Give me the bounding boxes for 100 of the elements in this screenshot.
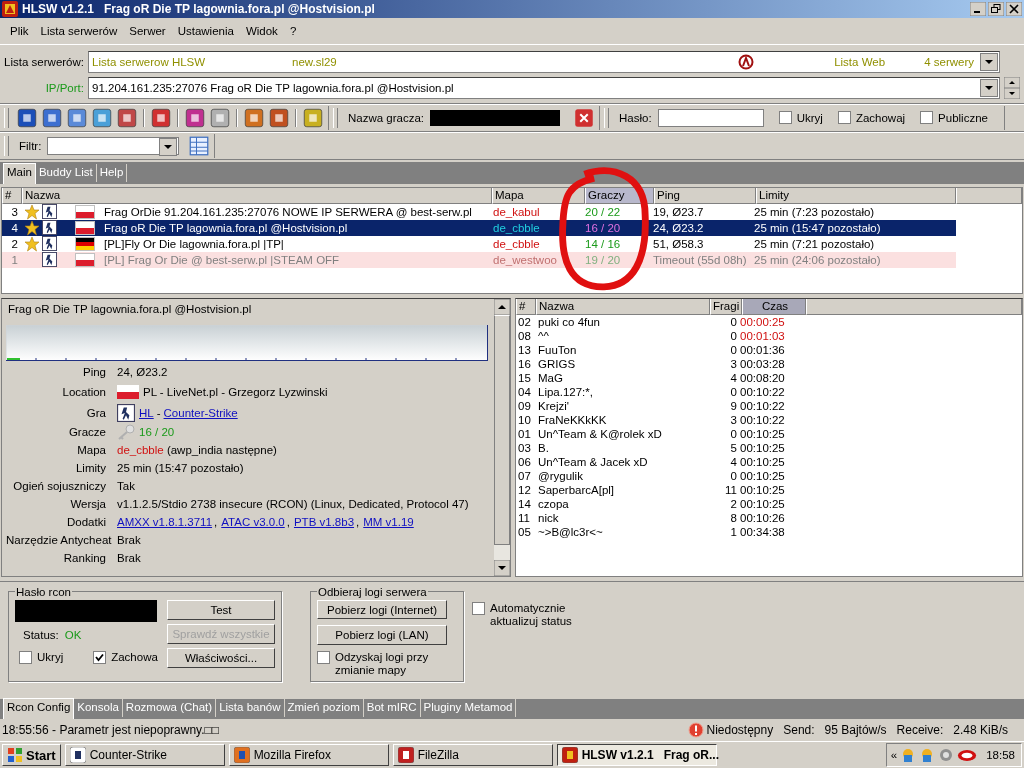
table-cell-text: 2 xyxy=(10,236,19,252)
player-name: Un^Team & Jacek xD xyxy=(537,455,649,469)
column-header[interactable]: Nazwa xyxy=(536,299,710,315)
ping-value: 19, Ø23.7 xyxy=(652,204,705,220)
minimize-icon[interactable] xyxy=(970,1,986,16)
table-cell-text: 00:34:38 xyxy=(740,525,786,539)
checkbox[interactable] xyxy=(19,650,32,664)
logs-button[interactable]: Pobierz logi (LAN) xyxy=(317,625,447,645)
server-list-dropdown[interactable]: Lista serwerow HLSW new.sl29 Lista Web 4 serwery xyxy=(88,50,1000,73)
column-header[interactable]: Mapa xyxy=(492,187,585,204)
table-cell-text: 00:10:25 xyxy=(740,483,786,497)
checkbox[interactable] xyxy=(920,111,934,125)
tab[interactable]: Bot mIRC xyxy=(363,699,421,718)
tray-expand[interactable]: « xyxy=(890,749,898,762)
tab[interactable]: Buddy List xyxy=(35,163,97,182)
clock: 18:58 xyxy=(986,749,1015,762)
column-header[interactable]: Czas xyxy=(742,299,806,315)
dropdown-arrow-icon[interactable] xyxy=(985,85,993,90)
map-name: de_westwoo xyxy=(492,252,558,268)
checkbox[interactable] xyxy=(317,650,330,664)
server-name: [PL] Frag Or Die @ best-serw.pl |STEAM OFF xyxy=(104,252,340,268)
scrollbar[interactable] xyxy=(494,299,510,576)
addon-link[interactable]: PTB v1.8b3 xyxy=(293,516,355,528)
speaker-icon[interactable] xyxy=(938,747,955,764)
menu-item[interactable]: Widok xyxy=(239,24,284,37)
logs-button[interactable]: Pobierz logi (Internet) xyxy=(317,599,447,620)
column-header[interactable]: # xyxy=(516,299,536,315)
restore-icon[interactable] xyxy=(988,1,1004,16)
column-header[interactable]: Limity xyxy=(756,187,956,204)
checkbox[interactable] xyxy=(472,601,485,615)
field-label: Wersja xyxy=(69,498,107,510)
addon-link[interactable]: AMXX v1.8.1.3711 xyxy=(117,516,213,528)
scroll-down-icon[interactable] xyxy=(494,559,510,576)
server-row[interactable]: 4 Frag oR Die TP lagownia.fora.pl @Hostvision.pl de_cbble 16 / 20 24, Ø23.2 25 min (15:47 pozostało) xyxy=(2,219,956,236)
game-icon xyxy=(42,236,57,251)
password-label: Hasło: xyxy=(619,111,652,124)
addon-link[interactable]: MM v1.19 xyxy=(363,516,414,528)
menu-item[interactable]: Serwer xyxy=(123,24,172,37)
player-name-field[interactable] xyxy=(430,109,561,126)
receive-label: Receive: xyxy=(896,723,944,738)
table-cell-text: 00:03:28 xyxy=(740,357,786,371)
tab[interactable]: Main xyxy=(3,162,36,184)
table-cell-text: 00:10:22 xyxy=(740,413,786,427)
menu-item[interactable]: Plik xyxy=(4,24,35,37)
tab[interactable]: Lista banów xyxy=(216,699,285,718)
server-row[interactable]: 2 [PL]Fly Or Die lagownia.fora.pl |TP| de_cbble 14 / 16 51, Ø58.3 25 min (7:21 pozostało) xyxy=(2,235,956,252)
field-value: 24, Ø23.2 xyxy=(117,366,168,378)
taskbar-button[interactable]: HLSW v1.2.1 Frag oR... xyxy=(556,744,717,767)
table-cell-text: 0 xyxy=(729,315,738,329)
player-name: ~>B@lc3r<~ xyxy=(537,525,604,539)
checkbox[interactable] xyxy=(837,111,851,125)
taskbar-button[interactable]: Mozilla Firefox xyxy=(228,744,389,767)
ip-port-dropdown[interactable]: 91.204.161.235:27076 Frag oR Die TP lagownia.fora.pl @Hostvision.pl xyxy=(88,76,1000,99)
table-icon[interactable] xyxy=(188,134,211,157)
server-row[interactable]: 3 Frag OrDie 91.204.161.235:27076 NOWE IP SERWERA @ best-serw.pl de_kabul 20 / 22 19, Ø23.7 25 min (7:23 pozostało) xyxy=(2,203,956,220)
scroll-up-icon[interactable] xyxy=(494,299,510,315)
graphics-card-icon[interactable] xyxy=(957,748,978,762)
addon-link[interactable]: ATAC v3.0.0 xyxy=(221,516,285,528)
menu-item[interactable]: Lista serwerów xyxy=(34,24,124,37)
tab[interactable]: Pluginy Metamod xyxy=(420,699,517,718)
table-cell-text: 15 xyxy=(517,371,532,385)
field-label: Ranking xyxy=(62,552,107,564)
connection-status: Niedostępny xyxy=(706,723,774,738)
taskbar-button[interactable]: Counter-Strike xyxy=(64,744,225,767)
app-icon xyxy=(561,747,578,764)
taskbar-button[interactable]: FileZilla xyxy=(392,744,553,767)
player-name: FraNeKKkKK xyxy=(537,413,608,427)
table-cell-text: 00:10:25 xyxy=(740,455,786,469)
rcon-password-field[interactable] xyxy=(15,599,157,622)
column-header[interactable]: Fragi xyxy=(710,299,742,315)
game-link[interactable]: HL xyxy=(139,406,154,419)
checkbox[interactable] xyxy=(93,650,107,664)
menu-item[interactable]: ? xyxy=(283,24,303,37)
column-header[interactable]: # xyxy=(2,187,22,204)
rcon-button[interactable]: Właściwości... xyxy=(167,647,275,668)
tab[interactable]: Help xyxy=(96,163,128,182)
table-cell-text: 1 xyxy=(10,252,19,268)
dropdown-arrow-icon[interactable] xyxy=(164,144,173,149)
map-name: de_cbble xyxy=(492,236,541,252)
dropdown-arrow-icon[interactable] xyxy=(985,59,993,64)
menu-item[interactable]: Ustawienia xyxy=(171,24,240,37)
rcon-button[interactable]: Test xyxy=(167,599,275,620)
player-name: puki co 4fun xyxy=(537,315,601,329)
table-cell-text: 3 xyxy=(10,204,19,220)
tab[interactable]: Rcon Config xyxy=(3,698,75,720)
password-field[interactable] xyxy=(657,108,764,127)
tab[interactable]: Zmień poziom xyxy=(284,699,364,718)
tab[interactable]: Konsola xyxy=(74,699,123,718)
start-button[interactable]: Start xyxy=(2,744,61,767)
table-cell-text: 10 xyxy=(517,413,532,427)
checkbox[interactable] xyxy=(778,111,792,125)
column-header[interactable]: Nazwa xyxy=(22,187,492,204)
column-header[interactable]: Ping xyxy=(654,187,756,204)
filter-dropdown[interactable] xyxy=(47,136,180,155)
server-name: Frag oR Die TP lagownia.fora.pl @Hostvision.pl xyxy=(104,220,348,236)
table-cell-text: 11 xyxy=(724,483,738,497)
tab[interactable]: Rozmowa (Chat) xyxy=(122,699,217,718)
game-link[interactable]: Counter-Strike xyxy=(163,406,238,419)
spin-button[interactable] xyxy=(1004,76,1020,99)
clear-icon[interactable] xyxy=(573,106,596,129)
